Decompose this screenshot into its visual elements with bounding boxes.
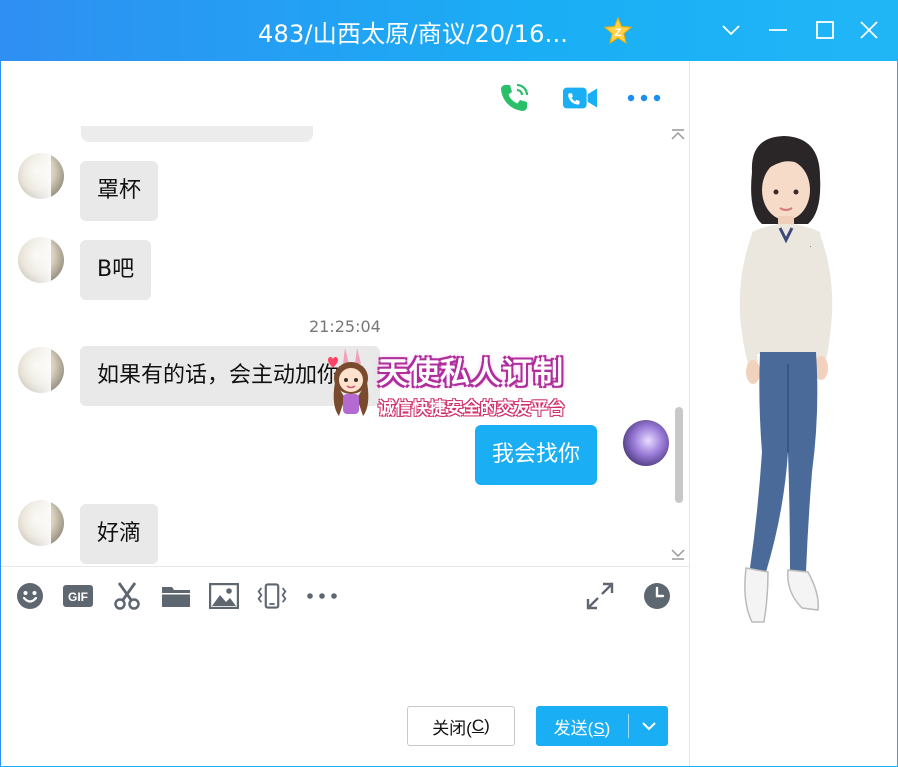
emoji-icon[interactable] xyxy=(14,580,46,612)
close-button-suffix: ) xyxy=(484,716,490,735)
minimize-icon[interactable] xyxy=(763,15,793,45)
watermark-sticker: 天使私人订制 诚信快捷安全的交友平台 xyxy=(323,346,589,422)
video-call-icon[interactable] xyxy=(562,80,598,116)
clock-icon[interactable] xyxy=(641,580,673,612)
send-button-label: 发送( xyxy=(553,718,594,738)
message-list[interactable]: 罩杯 B吧 21:25:04 如果有的话，会主动加你 我会找你 好滴 天使私人订… xyxy=(1,126,689,566)
star-badge-icon: Z xyxy=(603,16,633,45)
dropdown-icon[interactable] xyxy=(716,15,746,45)
watermark-title: 天使私人订制 xyxy=(378,356,564,391)
scissors-icon[interactable] xyxy=(111,580,143,612)
send-button-text[interactable]: 发送(S) xyxy=(536,714,628,739)
phone-call-icon[interactable] xyxy=(496,80,532,116)
close-button-label: 关闭( xyxy=(432,718,472,738)
send-button-shortcut: S xyxy=(593,718,605,738)
message-bubble-incoming[interactable]: B吧 xyxy=(80,240,152,300)
folder-icon[interactable] xyxy=(160,580,192,612)
send-button-suffix: ) xyxy=(604,718,611,738)
tools-more-dots-icon[interactable] xyxy=(306,580,338,612)
title-bar: 483/山西太原/商议/20/16... Z xyxy=(0,0,898,61)
scroll-top-icon[interactable] xyxy=(668,127,688,143)
more-dots-icon[interactable] xyxy=(626,80,662,116)
contact-avatar[interactable] xyxy=(18,347,64,393)
message-timestamp: 21:25:04 xyxy=(309,317,381,336)
maximize-icon[interactable] xyxy=(810,15,840,45)
star-badge-label: Z xyxy=(615,27,622,39)
message-input[interactable] xyxy=(14,622,674,696)
scroll-bottom-icon[interactable] xyxy=(668,546,688,562)
svg-text:GIF: GIF xyxy=(68,590,88,604)
avatar-show-figure[interactable] xyxy=(722,132,842,632)
my-avatar[interactable] xyxy=(623,420,669,466)
send-button[interactable]: 发送(S) xyxy=(536,706,668,746)
contact-avatar[interactable] xyxy=(18,500,64,546)
contact-avatar[interactable] xyxy=(18,153,64,199)
watermark-subtitle: 诚信快捷安全的交友平台 xyxy=(378,399,565,419)
close-icon[interactable] xyxy=(854,15,884,45)
scrollbar-thumb[interactable] xyxy=(675,407,683,503)
toolbar-divider xyxy=(1,566,689,567)
image-icon[interactable] xyxy=(208,580,240,612)
contact-avatar[interactable] xyxy=(18,237,64,283)
close-button-shortcut: C xyxy=(471,716,485,735)
message-bubble-outgoing[interactable]: 我会找你 xyxy=(475,425,598,485)
close-button[interactable]: 关闭(C) xyxy=(407,706,515,746)
message-bubble-incoming[interactable]: 好滴 xyxy=(80,504,159,564)
message-bubble-incoming[interactable]: 罩杯 xyxy=(80,161,159,221)
gif-icon[interactable]: GIF xyxy=(62,580,94,612)
window-title: 483/山西太原/商议/20/16... xyxy=(258,20,569,48)
shake-icon[interactable] xyxy=(256,580,288,612)
expand-icon[interactable] xyxy=(584,580,616,612)
cartoon-girl-icon xyxy=(328,348,369,416)
send-options-chevron-down-icon[interactable] xyxy=(629,721,668,731)
previous-message-bubble xyxy=(81,126,313,142)
